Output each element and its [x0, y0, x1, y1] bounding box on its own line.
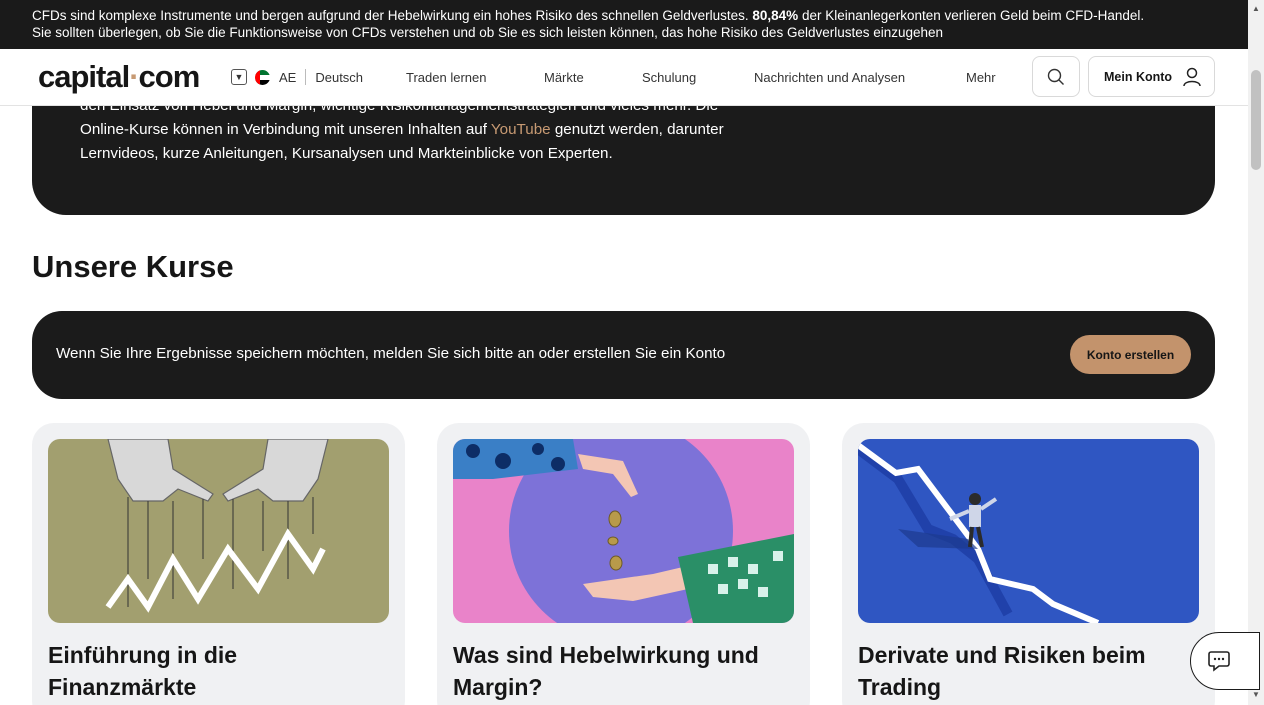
my-account-button[interactable]: Mein Konto	[1088, 56, 1215, 97]
section-title: Unsere Kurse	[32, 249, 234, 284]
course-title[interactable]: Was sind Hebelwirkung und Margin?	[453, 639, 783, 703]
risk-warning-banner: CFDs sind komplexe Instrumente und berge…	[0, 0, 1248, 49]
scrollbar-thumb[interactable]	[1251, 70, 1261, 170]
page-scrollbar[interactable]: ▲ ▼	[1248, 0, 1264, 705]
chat-button[interactable]	[1190, 632, 1260, 690]
user-icon	[1183, 67, 1201, 86]
create-account-button[interactable]: Konto erstellen	[1070, 335, 1191, 374]
site-header: capital·com ▼ AE Deutsch Traden lernen M…	[0, 49, 1248, 106]
my-account-label: Mein Konto	[1104, 69, 1173, 84]
course-image-puppet-hands	[48, 439, 389, 623]
course-card[interactable]: Derivate und Risiken beim Trading	[842, 423, 1215, 705]
nav-mehr[interactable]: Mehr	[966, 70, 996, 85]
nav-maerkte[interactable]: Märkte	[544, 70, 584, 85]
search-icon	[1047, 68, 1064, 85]
login-prompt-banner: Wenn Sie Ihre Ergebnisse speichern möcht…	[32, 311, 1215, 399]
search-button[interactable]	[1032, 56, 1080, 97]
nav-nachrichten-und-analysen[interactable]: Nachrichten und Analysen	[754, 70, 905, 85]
risk-warning-line-2: Sie sollten überlegen, ob Sie die Funkti…	[32, 25, 944, 40]
language-label[interactable]: Deutsch	[315, 70, 363, 85]
region-language-selector[interactable]: ▼ AE Deutsch	[231, 69, 363, 85]
scroll-up-arrow-icon[interactable]: ▲	[1252, 4, 1260, 13]
nav-traden-lernen[interactable]: Traden lernen	[406, 70, 486, 85]
intro-line-3: Lernvideos, kurze Anleitungen, Kursanaly…	[80, 145, 613, 162]
capital-com-logo[interactable]: capital·com	[38, 59, 200, 95]
nav-schulung[interactable]: Schulung	[642, 70, 696, 85]
risk-percent: 80,84%	[752, 8, 799, 23]
divider	[305, 69, 307, 85]
course-card[interactable]: Einführung in die Finanzmärkte	[32, 423, 405, 705]
course-title[interactable]: Derivate und Risiken beim Trading	[858, 639, 1188, 703]
youtube-link[interactable]: YouTube	[491, 121, 551, 138]
course-image-coins-hands	[453, 439, 794, 623]
course-image-trader-on-chart	[858, 439, 1199, 623]
risk-warning-line-1: CFDs sind komplexe Instrumente und berge…	[32, 8, 1145, 23]
intro-line-2: Online-Kurse können in Verbindung mit un…	[80, 121, 724, 138]
region-code: AE	[279, 69, 297, 85]
uae-flag-icon	[255, 69, 270, 85]
chat-icon	[1208, 651, 1230, 672]
course-card[interactable]: Was sind Hebelwirkung und Margin?	[437, 423, 810, 705]
scroll-down-arrow-icon[interactable]: ▼	[1252, 690, 1260, 699]
course-title[interactable]: Einführung in die Finanzmärkte	[48, 639, 378, 703]
chevron-down-icon: ▼	[231, 69, 247, 85]
login-prompt-text: Wenn Sie Ihre Ergebnisse speichern möcht…	[56, 345, 726, 362]
